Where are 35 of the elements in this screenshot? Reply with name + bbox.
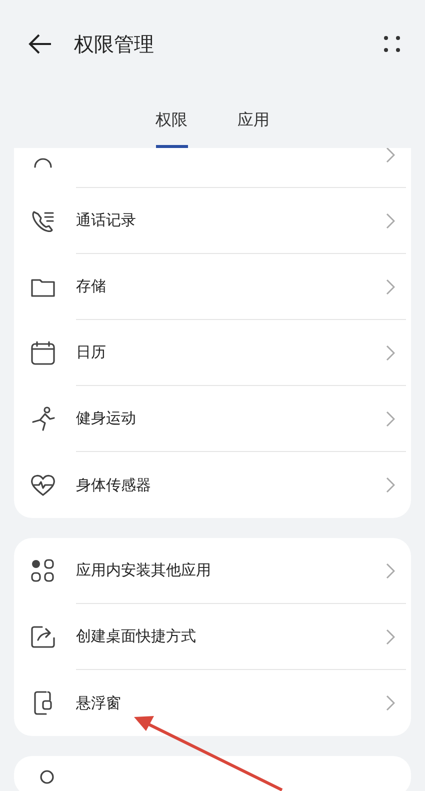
item-label: 应用内安装其他应用: [76, 560, 211, 582]
item-label: 悬浮窗: [76, 692, 121, 714]
permission-item[interactable]: 悬浮窗: [14, 670, 411, 736]
permission-item[interactable]: 身体传感器: [14, 452, 411, 518]
item-label: 健身运动: [76, 408, 136, 430]
more-icon[interactable]: [383, 35, 401, 53]
permission-item[interactable]: 创建桌面快捷方式: [14, 604, 411, 670]
permission-item[interactable]: 日历: [14, 320, 411, 386]
item-label: 创建桌面快捷方式: [76, 626, 196, 648]
runner-icon: [30, 406, 56, 432]
chevron-icon: [386, 477, 395, 493]
chevron-icon: [386, 411, 395, 427]
chevron-icon: [386, 279, 395, 295]
permission-item[interactable]: 应用内安装其他应用: [14, 538, 411, 604]
permission-item[interactable]: 存储: [14, 254, 411, 320]
item-label: 身体传感器: [76, 474, 151, 496]
item-label: 存储: [76, 276, 106, 298]
chevron-icon: [386, 148, 395, 163]
item-label: 通话记录: [76, 210, 136, 232]
chevron-icon: [386, 629, 395, 645]
chevron-icon: [386, 695, 395, 711]
chevron-icon: [386, 345, 395, 361]
permission-item[interactable]: 健身运动: [14, 386, 411, 452]
app-grid-icon: [30, 558, 56, 584]
tab[interactable]: 应用: [238, 100, 270, 148]
calendar-icon: [30, 340, 56, 366]
permission-item[interactable]: 通话记录: [14, 188, 411, 254]
share-arrow-icon: [30, 624, 56, 650]
chevron-icon: [386, 213, 395, 229]
back-icon[interactable]: [28, 34, 52, 54]
item-label: 日历: [76, 342, 106, 364]
chevron-icon: [386, 563, 395, 579]
page-title: 权限管理: [74, 31, 154, 58]
heart-pulse-icon: [30, 472, 56, 498]
phone-list-icon: [30, 208, 56, 234]
